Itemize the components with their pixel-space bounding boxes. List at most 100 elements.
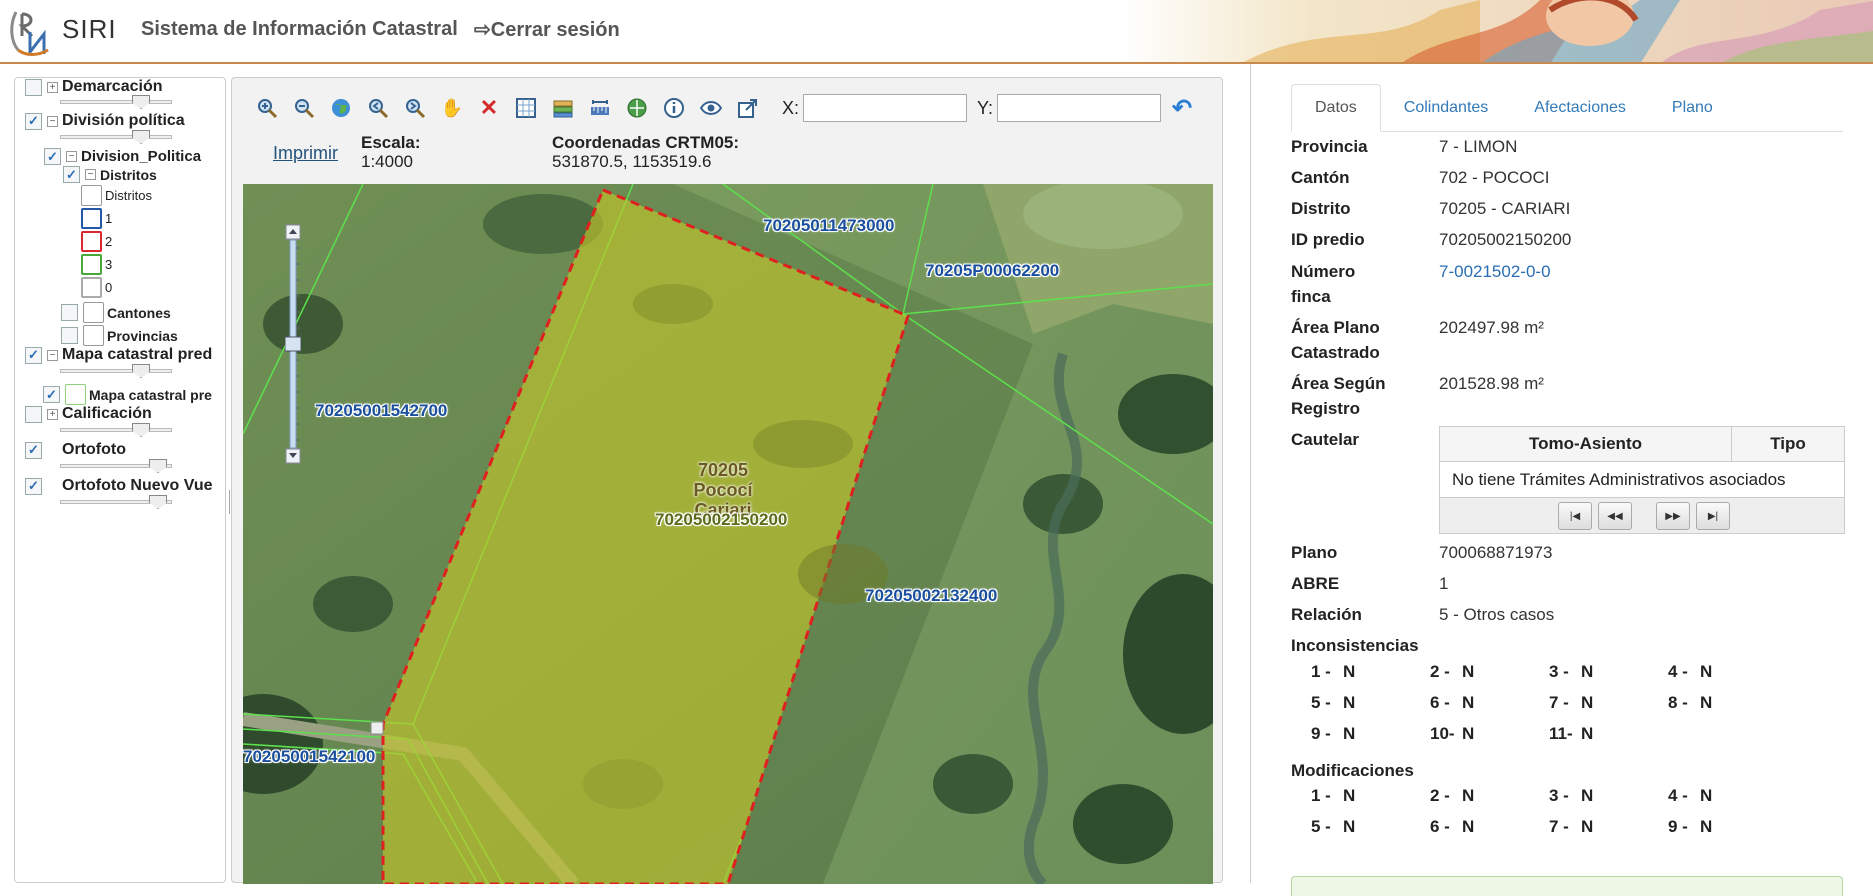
layer-calificacion-label: Calificación — [62, 405, 152, 422]
modificaciones-value: N — [1462, 817, 1475, 836]
modificaciones-number: 1 - — [1311, 786, 1331, 805]
layer-cantones[interactable]: Cantones — [61, 302, 171, 323]
modificaciones-number: 5 - — [1311, 817, 1331, 836]
inconsistencias-value: N — [1343, 693, 1356, 712]
collapse-icon[interactable]: − — [85, 169, 96, 180]
x-coordinate-input[interactable] — [803, 94, 968, 122]
layer-distritos[interactable]: ✓ − Distritos — [63, 166, 157, 183]
inconsistencias-number: 6 - — [1430, 693, 1450, 712]
expand-icon[interactable]: + — [47, 408, 58, 420]
column-header-tipo[interactable]: Tipo — [1732, 427, 1844, 461]
print-link[interactable]: Imprimir — [273, 143, 338, 164]
opacity-slider-demarcacion[interactable] — [60, 95, 172, 109]
layer-ortofoto-nuevo[interactable]: ✓ Ortofoto Nuevo Vue — [25, 477, 213, 495]
layer-calificacion[interactable]: + Calificación — [25, 405, 152, 423]
slider-knob[interactable] — [149, 459, 167, 473]
opacity-slider-division-politica[interactable] — [60, 130, 172, 144]
layer-mapa-catastral-sub-checkbox[interactable]: ✓ — [43, 386, 60, 403]
pan-hand-icon[interactable]: ✋ — [439, 95, 465, 121]
legend-swatch — [81, 231, 102, 252]
layer-mapa-catastral-sub-label: Mapa catastral pre — [89, 386, 212, 403]
layer-division-politica[interactable]: ✓ − División política — [25, 112, 185, 130]
layer-demarcacion-checkbox[interactable] — [25, 78, 42, 96]
layer-ortofoto[interactable]: ✓ Ortofoto — [25, 441, 126, 459]
tab-colindantes[interactable]: Colindantes — [1381, 84, 1512, 132]
opacity-slider-ortofoto-nuevo[interactable] — [60, 495, 172, 509]
clear-icon[interactable]: ✕ — [476, 95, 502, 121]
previous-page-button[interactable]: ◀◀ — [1598, 502, 1632, 530]
zoom-in-icon[interactable] — [254, 95, 280, 121]
map-panel: ✋ ✕ X: Y: ↶ Imprimir Escala: 1:4000 Coor… — [231, 77, 1223, 884]
map-zoom-bar[interactable] — [285, 224, 301, 464]
modificaciones-number: 3 - — [1549, 786, 1569, 805]
opacity-slider-mapa-catastral[interactable] — [60, 364, 172, 378]
modificaciones-value: N — [1581, 817, 1594, 836]
layer-mapa-catastral[interactable]: ✓ − Mapa catastral pred — [25, 346, 212, 364]
tab-afectaciones[interactable]: Afectaciones — [1511, 84, 1649, 132]
scale-value: 1:4000 — [361, 152, 413, 171]
legend-label: 2 — [105, 234, 113, 249]
tab-plano[interactable]: Plano — [1649, 84, 1736, 132]
measure-icon[interactable] — [587, 95, 613, 121]
slider-knob[interactable] — [149, 495, 167, 509]
layer-provincias-checkbox[interactable] — [61, 327, 78, 344]
layers-icon[interactable] — [550, 95, 576, 121]
layer-distritos-checkbox[interactable]: ✓ — [63, 166, 80, 183]
inconsistencias-number: 9 - — [1311, 724, 1331, 743]
opacity-slider-calificacion[interactable] — [60, 423, 172, 437]
collapse-icon[interactable]: − — [47, 349, 58, 361]
slider-knob[interactable] — [132, 364, 150, 378]
logout-button[interactable]: ⇨Cerrar sesión — [474, 17, 620, 42]
column-header-tomo-asiento[interactable]: Tomo-Asiento — [1440, 427, 1732, 461]
layer-calificacion-checkbox[interactable] — [25, 405, 42, 423]
layer-division-politica-checkbox[interactable]: ✓ — [25, 112, 42, 130]
inconsistencias-value: N — [1581, 724, 1594, 743]
zoom-previous-icon[interactable] — [365, 95, 391, 121]
plano-value: 700068871973 — [1439, 543, 1553, 562]
layer-division-politica-sub-checkbox[interactable]: ✓ — [44, 148, 61, 165]
layer-provincias[interactable]: Provincias — [61, 325, 178, 346]
first-page-button[interactable]: |◀ — [1558, 502, 1592, 530]
layer-ortofoto-checkbox[interactable]: ✓ — [25, 441, 42, 459]
slider-knob[interactable] — [132, 423, 150, 437]
slider-knob[interactable] — [132, 95, 150, 109]
layer-cantones-checkbox[interactable] — [61, 304, 78, 321]
zoom-next-icon[interactable] — [402, 95, 428, 121]
select-box-icon[interactable] — [513, 95, 539, 121]
identify-globe-icon[interactable] — [624, 95, 650, 121]
legend-label: Distritos — [105, 188, 152, 203]
layer-division-politica-sub[interactable]: ✓ − Division_Politica — [44, 148, 201, 165]
view-eye-icon[interactable] — [698, 95, 724, 121]
relacion-value: 5 - Otros casos — [1439, 605, 1555, 624]
tab-datos[interactable]: Datos — [1291, 84, 1381, 132]
globe-icon[interactable] — [328, 95, 354, 121]
inconsistencias-number: 2 - — [1430, 662, 1450, 681]
opacity-slider-ortofoto[interactable] — [60, 459, 172, 473]
legend-swatch — [81, 208, 102, 229]
slider-knob[interactable] — [132, 130, 150, 144]
map-canvas[interactable]: 70205011473000 70205P00062200 7020500154… — [243, 184, 1213, 884]
distrito-value: 70205 - CARIARI — [1439, 199, 1571, 218]
collapse-icon[interactable]: − — [47, 115, 58, 127]
external-link-icon[interactable] — [735, 95, 761, 121]
info-icon[interactable] — [661, 95, 687, 121]
numero-finca-link[interactable]: 7-0021502-0-0 — [1439, 259, 1551, 284]
zoom-out-icon[interactable] — [291, 95, 317, 121]
last-page-button[interactable]: ▶| — [1696, 502, 1730, 530]
coords-label: Coordenadas CRTM05: — [552, 133, 740, 152]
y-coordinate-input[interactable] — [997, 94, 1162, 122]
next-page-button[interactable]: ▶▶ — [1656, 502, 1690, 530]
collapse-icon[interactable]: − — [66, 151, 77, 162]
layer-demarcacion[interactable]: + Demarcación — [25, 78, 163, 96]
area-plano-label: Área Plano — [1291, 318, 1380, 337]
abre-value: 1 — [1439, 574, 1449, 593]
zoom-slider-knob[interactable] — [285, 336, 301, 352]
provincia-value: 7 - LIMON — [1439, 137, 1518, 156]
go-to-coordinate-icon[interactable]: ↶ — [1169, 95, 1195, 122]
layer-mapa-catastral-sub[interactable]: ✓ Mapa catastral pre — [43, 384, 212, 405]
layer-ortofoto-nuevo-checkbox[interactable]: ✓ — [25, 477, 42, 495]
relacion-label: Relación — [1291, 605, 1362, 624]
legend-swatch — [81, 185, 102, 206]
expand-icon[interactable]: + — [47, 81, 58, 93]
layer-mapa-catastral-checkbox[interactable]: ✓ — [25, 346, 42, 364]
